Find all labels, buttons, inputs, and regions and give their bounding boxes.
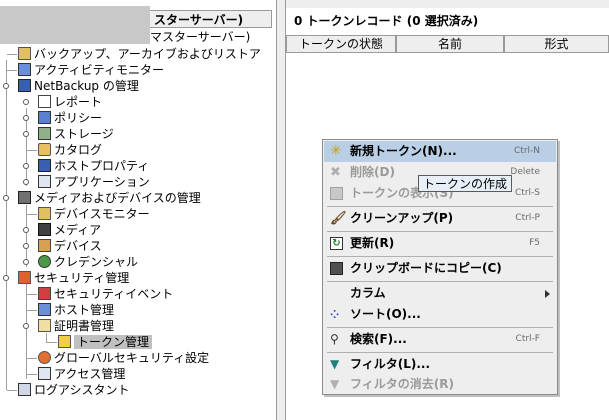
view-token-icon <box>330 187 343 200</box>
tree-item-backup-archive-restore[interactable]: バックアップ、アーカイブおよびリストア <box>18 46 261 62</box>
menu-item-clear-filter[interactable]: ▼ フィルタの消去(R) <box>324 374 556 395</box>
device-icon <box>38 239 51 252</box>
record-count-title: 0 トークンレコード (0 選択済み) <box>294 14 479 28</box>
tree-item-host-properties[interactable]: ホストプロパティ <box>38 158 149 174</box>
tree-item-netbackup-admin[interactable]: NetBackup の管理 <box>18 78 139 94</box>
menu-item-search[interactable]: ⚲ 検索(F)... Ctrl-F <box>324 329 556 350</box>
menu-item-columns[interactable]: カラム <box>324 283 556 304</box>
credential-icon <box>38 255 51 268</box>
gear-icon <box>38 351 51 364</box>
tree-item-device-monitor[interactable]: デバイスモニター <box>38 206 150 222</box>
new-star-icon: ✳ <box>330 143 342 159</box>
submenu-arrow-icon <box>545 290 550 298</box>
expand-handle[interactable] <box>23 163 29 169</box>
media-icon <box>38 223 51 236</box>
left-pane-header: スターサーバー) <box>150 10 272 28</box>
backup-icon <box>18 47 31 60</box>
tree-item-reports[interactable]: レポート <box>38 94 102 110</box>
tree-item-security-events[interactable]: セキュリティイベント <box>38 286 173 302</box>
expand-handle[interactable] <box>3 275 9 281</box>
menu-item-filter[interactable]: ▼ フィルタ(L)... <box>324 354 556 375</box>
certificate-icon <box>38 319 51 332</box>
filter-icon: ▼ <box>330 357 340 371</box>
sort-icon: ⁘ <box>330 308 340 321</box>
tree-item-certificate-management[interactable]: 証明書管理 <box>38 318 114 334</box>
tree-item-applications[interactable]: アプリケーション <box>38 174 150 190</box>
filter-clear-icon: ▼ <box>330 377 340 391</box>
split-pane-divider[interactable] <box>276 0 286 420</box>
media-device-icon <box>18 191 31 204</box>
expand-handle[interactable] <box>23 259 29 265</box>
expand-handle[interactable] <box>23 115 29 121</box>
expand-handle[interactable] <box>23 227 29 233</box>
menu-item-new-token[interactable]: ✳ 新規トークン(N)... Ctrl-N <box>324 141 556 162</box>
refresh-icon: ↻ <box>330 237 343 250</box>
redacted-area <box>0 6 150 44</box>
tree-item-host-management[interactable]: ホスト管理 <box>38 302 114 318</box>
tree-item-catalog[interactable]: カタログ <box>38 142 102 158</box>
search-icon: ⚲ <box>330 332 339 346</box>
tree-item-credentials[interactable]: クレデンシャル <box>38 254 138 270</box>
menu-item-refresh[interactable]: ↻ 更新(R) F5 <box>324 233 556 254</box>
tree-item-storage[interactable]: ストレージ <box>38 126 114 142</box>
clipboard-icon <box>330 262 343 275</box>
policy-icon <box>38 111 51 124</box>
column-header-format[interactable]: 形式 <box>504 35 609 53</box>
tree-item-master-server[interactable]: マスターサーバー) <box>150 29 250 45</box>
expand-handle[interactable] <box>23 179 29 185</box>
storage-icon <box>38 127 51 140</box>
report-icon <box>38 95 51 108</box>
expand-handle[interactable] <box>23 99 29 105</box>
tooltip: トークンの作成 <box>418 175 513 192</box>
tree-item-media[interactable]: メディア <box>38 222 101 238</box>
token-icon <box>58 335 71 348</box>
menu-item-sort[interactable]: ⁘ ソート(O)... <box>324 304 556 325</box>
delete-icon: ✖ <box>330 165 341 180</box>
tree-item-policies[interactable]: ポリシー <box>38 110 102 126</box>
menu-item-copy-clipboard[interactable]: クリップボードにコピー(C) <box>324 258 556 279</box>
security-icon <box>18 271 31 284</box>
expand-handle[interactable] <box>3 83 9 89</box>
access-icon <box>38 367 51 380</box>
catalog-icon <box>38 143 51 156</box>
broom-icon: 🖌 <box>330 211 347 226</box>
tree-item-security-admin[interactable]: セキュリティ管理 <box>18 270 129 286</box>
tree-item-access-management[interactable]: アクセス管理 <box>38 366 125 382</box>
tree-item-token-management[interactable]: トークン管理 <box>58 334 153 350</box>
expand-handle[interactable] <box>23 323 29 329</box>
tree-item-global-security-settings[interactable]: グローバルセキュリティ設定 <box>38 350 209 366</box>
host-icon <box>38 303 51 316</box>
column-header-token-state[interactable]: トークンの状態 <box>286 35 396 53</box>
left-tree-pane: スターサーバー) マスターサーバー) バックアップ、アーカイブおよびリストア ア… <box>0 0 276 420</box>
application-icon <box>38 175 51 188</box>
log-icon <box>18 383 31 396</box>
tree-item-log-assistant[interactable]: ログアシスタント <box>18 382 130 398</box>
expand-handle[interactable] <box>3 195 9 201</box>
menu-item-cleanup[interactable]: 🖌 クリーンアップ(P) Ctrl-P <box>324 208 556 229</box>
column-header-name[interactable]: 名前 <box>396 35 504 53</box>
netbackup-icon <box>18 79 31 92</box>
expand-handle[interactable] <box>23 243 29 249</box>
monitor-icon <box>18 63 31 76</box>
expand-handle[interactable] <box>23 131 29 137</box>
tree-item-activity-monitor[interactable]: アクティビティモニター <box>18 62 164 78</box>
tree-item-devices[interactable]: デバイス <box>38 238 102 254</box>
security-event-icon <box>38 287 51 300</box>
host-properties-icon <box>38 159 51 172</box>
tree-item-media-device-admin[interactable]: メディアおよびデバイスの管理 <box>18 190 201 206</box>
device-monitor-icon <box>38 207 51 220</box>
